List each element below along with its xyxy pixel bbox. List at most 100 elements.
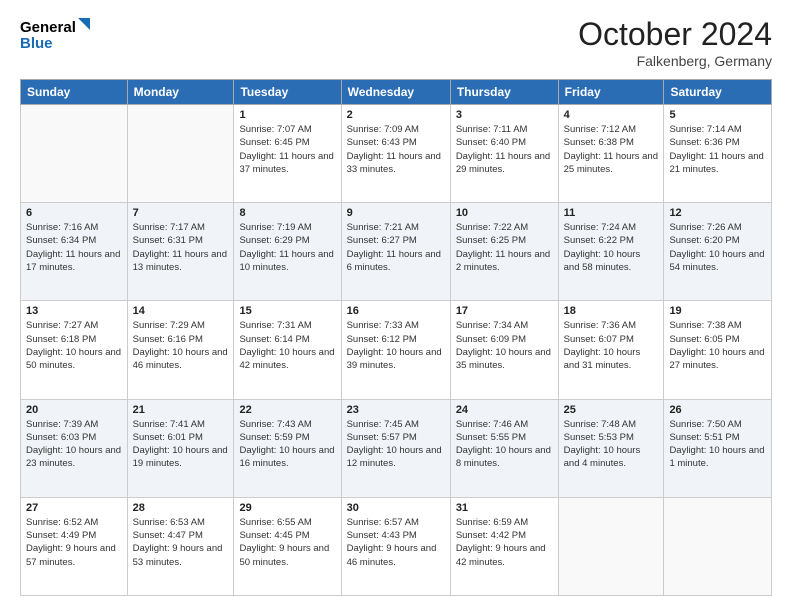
day-number: 13	[26, 305, 122, 317]
day-number: 4	[564, 109, 659, 121]
calendar-cell	[127, 105, 234, 203]
calendar-cell: 10 Sunrise: 7:22 AM Sunset: 6:25 PM Dayli…	[450, 203, 558, 301]
day-info: Sunrise: 7:31 AM Sunset: 6:14 PM Dayligh…	[239, 319, 335, 372]
day-number: 12	[669, 207, 766, 219]
day-info: Sunrise: 7:26 AM Sunset: 6:20 PM Dayligh…	[669, 221, 766, 274]
day-info: Sunrise: 7:11 AM Sunset: 6:40 PM Dayligh…	[456, 123, 553, 176]
header: General Blue October 2024 Falkenberg, Ge…	[20, 16, 772, 69]
calendar-cell: 21Sunrise: 7:41 AM Sunset: 6:01 PM Dayli…	[127, 399, 234, 497]
calendar-cell: 4 Sunrise: 7:12 AM Sunset: 6:38 PM Daylig…	[558, 105, 664, 203]
day-number: 28	[133, 502, 229, 514]
calendar-cell: 5 Sunrise: 7:14 AM Sunset: 6:36 PM Daylig…	[664, 105, 772, 203]
location: Falkenberg, Germany	[578, 53, 772, 69]
day-info: Sunrise: 7:21 AM Sunset: 6:27 PM Dayligh…	[347, 221, 445, 274]
calendar-cell: 28 Sunrise: 6:53 AM Sunset: 4:47 PM Dayli…	[127, 497, 234, 595]
calendar-cell: 31 Sunrise: 6:59 AM Sunset: 4:42 PM Dayli…	[450, 497, 558, 595]
day-info: Sunrise: 7:45 AM Sunset: 5:57 PM Dayligh…	[347, 418, 445, 471]
logo: General Blue	[20, 16, 90, 52]
day-number: 14	[133, 305, 229, 317]
calendar-cell: 9 Sunrise: 7:21 AM Sunset: 6:27 PM Daylig…	[341, 203, 450, 301]
col-header-thursday: Thursday	[450, 80, 558, 105]
calendar-cell: 17 Sunrise: 7:34 AM Sunset: 6:09 PM Dayli…	[450, 301, 558, 399]
day-number: 15	[239, 305, 335, 317]
calendar-cell: 6 Sunrise: 7:16 AM Sunset: 6:34 PM Daylig…	[21, 203, 128, 301]
day-number: 25	[564, 404, 659, 416]
day-info: Sunrise: 6:59 AM Sunset: 4:42 PM Dayligh…	[456, 516, 553, 569]
day-number: 22	[239, 404, 335, 416]
calendar-cell: 3 Sunrise: 7:11 AM Sunset: 6:40 PM Daylig…	[450, 105, 558, 203]
col-header-sunday: Sunday	[21, 80, 128, 105]
day-info: Sunrise: 7:50 AM Sunset: 5:51 PM Dayligh…	[669, 418, 766, 471]
day-info: Sunrise: 7:48 AM Sunset: 5:53 PM Dayligh…	[564, 418, 659, 471]
calendar: SundayMondayTuesdayWednesdayThursdayFrid…	[20, 79, 772, 596]
calendar-cell: 14Sunrise: 7:29 AM Sunset: 6:16 PM Dayli…	[127, 301, 234, 399]
calendar-cell: 15 Sunrise: 7:31 AM Sunset: 6:14 PM Dayli…	[234, 301, 341, 399]
calendar-cell	[558, 497, 664, 595]
calendar-cell: 12 Sunrise: 7:26 AM Sunset: 6:20 PM Dayli…	[664, 203, 772, 301]
day-number: 26	[669, 404, 766, 416]
day-info: Sunrise: 7:36 AM Sunset: 6:07 PM Dayligh…	[564, 319, 659, 372]
day-info: Sunrise: 7:22 AM Sunset: 6:25 PM Dayligh…	[456, 221, 553, 274]
day-info: Sunrise: 7:43 AM Sunset: 5:59 PM Dayligh…	[239, 418, 335, 471]
col-header-wednesday: Wednesday	[341, 80, 450, 105]
calendar-cell: 16 Sunrise: 7:33 AM Sunset: 6:12 PM Dayli…	[341, 301, 450, 399]
calendar-cell: 29 Sunrise: 6:55 AM Sunset: 4:45 PM Dayli…	[234, 497, 341, 595]
day-number: 1	[239, 109, 335, 121]
day-info: Sunrise: 7:41 AM Sunset: 6:01 PM Dayligh…	[133, 418, 229, 471]
day-number: 31	[456, 502, 553, 514]
day-number: 9	[347, 207, 445, 219]
day-info: Sunrise: 7:24 AM Sunset: 6:22 PM Dayligh…	[564, 221, 659, 274]
day-info: Sunrise: 7:39 AM Sunset: 6:03 PM Dayligh…	[26, 418, 122, 471]
day-number: 7	[133, 207, 229, 219]
day-number: 8	[239, 207, 335, 219]
month-title: October 2024	[578, 16, 772, 53]
logo-svg: General Blue	[20, 16, 90, 52]
day-info: Sunrise: 7:27 AM Sunset: 6:18 PM Dayligh…	[26, 319, 122, 372]
calendar-cell: 24Sunrise: 7:46 AM Sunset: 5:55 PM Dayli…	[450, 399, 558, 497]
day-info: Sunrise: 7:16 AM Sunset: 6:34 PM Dayligh…	[26, 221, 122, 274]
day-info: Sunrise: 7:12 AM Sunset: 6:38 PM Dayligh…	[564, 123, 659, 176]
calendar-cell: 18 Sunrise: 7:36 AM Sunset: 6:07 PM Dayli…	[558, 301, 664, 399]
day-number: 23	[347, 404, 445, 416]
col-header-monday: Monday	[127, 80, 234, 105]
calendar-cell: 19 Sunrise: 7:38 AM Sunset: 6:05 PM Dayli…	[664, 301, 772, 399]
day-info: Sunrise: 6:57 AM Sunset: 4:43 PM Dayligh…	[347, 516, 445, 569]
calendar-cell: 7 Sunrise: 7:17 AM Sunset: 6:31 PM Daylig…	[127, 203, 234, 301]
day-number: 29	[239, 502, 335, 514]
day-number: 16	[347, 305, 445, 317]
day-info: Sunrise: 7:19 AM Sunset: 6:29 PM Dayligh…	[239, 221, 335, 274]
calendar-cell: 25 Sunrise: 7:48 AM Sunset: 5:53 PM Dayli…	[558, 399, 664, 497]
svg-text:General: General	[20, 19, 76, 36]
calendar-cell: 1Sunrise: 7:07 AM Sunset: 6:45 PM Daylig…	[234, 105, 341, 203]
calendar-cell: 2Sunrise: 7:09 AM Sunset: 6:43 PM Daylig…	[341, 105, 450, 203]
day-info: Sunrise: 7:38 AM Sunset: 6:05 PM Dayligh…	[669, 319, 766, 372]
calendar-cell: 11 Sunrise: 7:24 AM Sunset: 6:22 PM Dayli…	[558, 203, 664, 301]
calendar-cell	[664, 497, 772, 595]
day-info: Sunrise: 7:34 AM Sunset: 6:09 PM Dayligh…	[456, 319, 553, 372]
day-number: 17	[456, 305, 553, 317]
calendar-cell: 20Sunrise: 7:39 AM Sunset: 6:03 PM Dayli…	[21, 399, 128, 497]
col-header-saturday: Saturday	[664, 80, 772, 105]
calendar-cell	[21, 105, 128, 203]
day-number: 3	[456, 109, 553, 121]
day-info: Sunrise: 7:33 AM Sunset: 6:12 PM Dayligh…	[347, 319, 445, 372]
day-info: Sunrise: 6:55 AM Sunset: 4:45 PM Dayligh…	[239, 516, 335, 569]
day-number: 5	[669, 109, 766, 121]
day-number: 19	[669, 305, 766, 317]
day-number: 18	[564, 305, 659, 317]
day-number: 10	[456, 207, 553, 219]
day-number: 27	[26, 502, 122, 514]
calendar-cell: 13 Sunrise: 7:27 AM Sunset: 6:18 PM Dayli…	[21, 301, 128, 399]
day-info: Sunrise: 6:53 AM Sunset: 4:47 PM Dayligh…	[133, 516, 229, 569]
day-info: Sunrise: 7:17 AM Sunset: 6:31 PM Dayligh…	[133, 221, 229, 274]
day-number: 6	[26, 207, 122, 219]
col-header-friday: Friday	[558, 80, 664, 105]
day-info: Sunrise: 7:14 AM Sunset: 6:36 PM Dayligh…	[669, 123, 766, 176]
svg-text:Blue: Blue	[20, 35, 53, 52]
col-header-tuesday: Tuesday	[234, 80, 341, 105]
page: General Blue October 2024 Falkenberg, Ge…	[0, 0, 792, 612]
day-info: Sunrise: 7:46 AM Sunset: 5:55 PM Dayligh…	[456, 418, 553, 471]
day-number: 11	[564, 207, 659, 219]
day-info: Sunrise: 7:09 AM Sunset: 6:43 PM Dayligh…	[347, 123, 445, 176]
title-block: October 2024 Falkenberg, Germany	[578, 16, 772, 69]
